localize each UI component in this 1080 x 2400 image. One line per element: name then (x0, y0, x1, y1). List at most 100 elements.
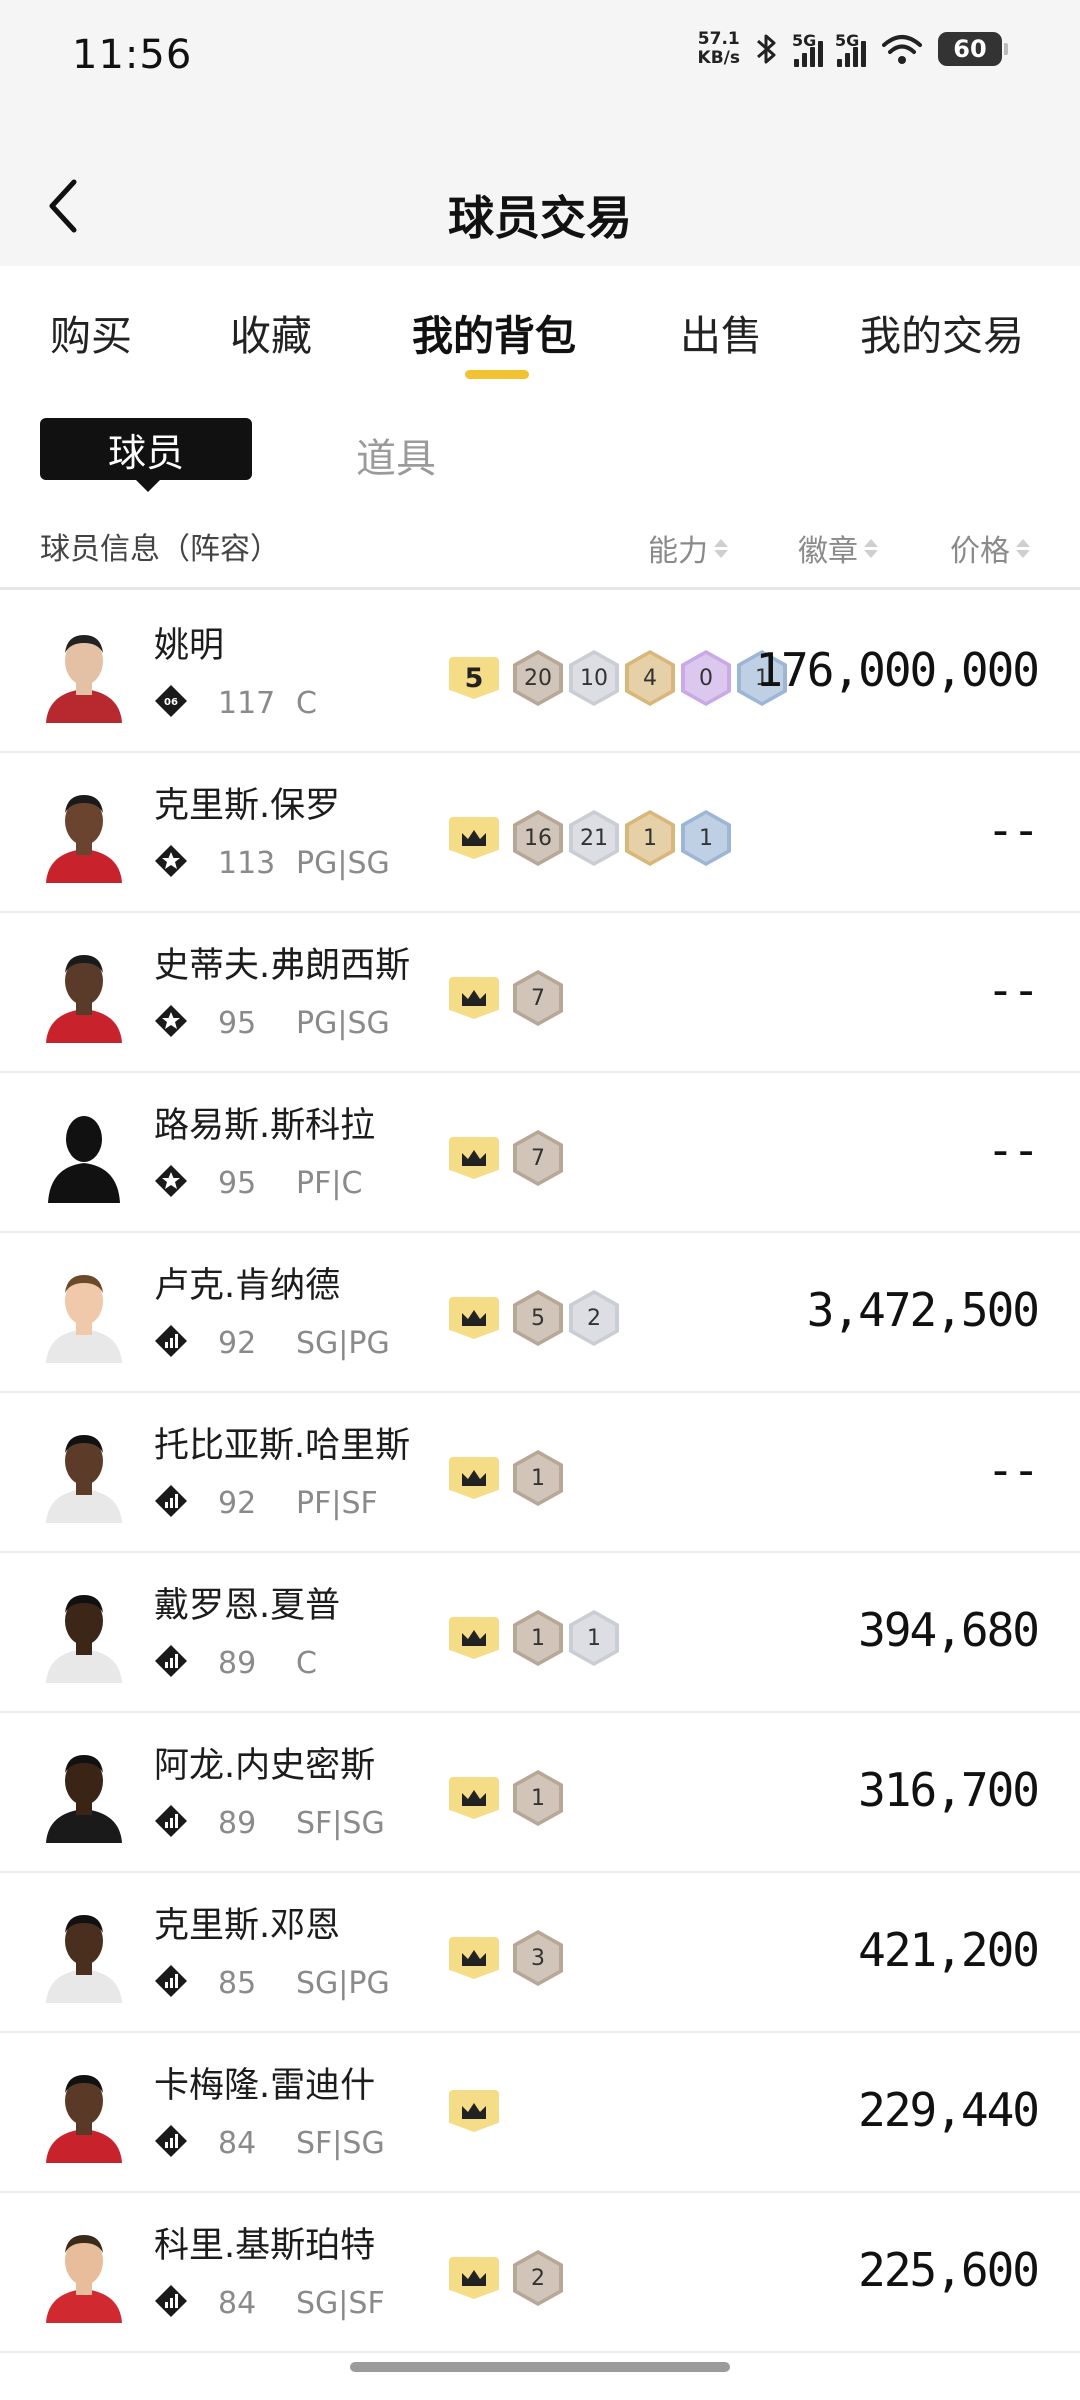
sort-badge[interactable]: 徽章 (798, 526, 878, 570)
ability-badges: 2 (449, 2250, 563, 2306)
bars-diamond-icon (154, 1484, 218, 1522)
badge-list: 52 (513, 1290, 619, 1346)
sort-icon (1016, 538, 1030, 558)
player-meta: 06 117 C (154, 683, 317, 723)
player-position: C (296, 1645, 317, 1681)
svg-text:06: 06 (164, 697, 178, 708)
player-name: 卢克.肯纳德 (154, 1266, 341, 1306)
badge-bronze-icon: 1 (513, 1450, 563, 1506)
crown-icon (462, 830, 486, 846)
badge-silver-icon: 1 (569, 1610, 619, 1666)
player-row[interactable]: 姚明 06 117 C 5 20 10 4 0 1 176,000,000 (0, 593, 1080, 753)
ability-level (449, 1777, 499, 1819)
active-tab-indicator (465, 370, 529, 379)
player-avatar (40, 783, 128, 883)
player-name: 路易斯.斯科拉 (154, 1106, 376, 1146)
ability-badges: 7 (449, 970, 563, 1026)
bars-diamond-icon (154, 1964, 218, 2002)
player-row[interactable]: 阿龙.内史密斯 89 SF|SG 1 316,700 (0, 1713, 1080, 1873)
crown-icon (462, 1310, 486, 1326)
player-price: 225,600 (858, 2243, 1040, 2297)
player-name: 阿龙.内史密斯 (154, 1746, 376, 1786)
player-row[interactable]: 戴罗恩.夏普 89 C 1 1 394,680 (0, 1553, 1080, 1713)
badge-bronze-icon: 20 (513, 650, 563, 706)
bars-diamond-icon (154, 2284, 218, 2322)
player-row[interactable]: 克里斯.保罗 113 PG|SG 16 21 1 1 -- (0, 753, 1080, 913)
subtab-items[interactable]: 道具 (356, 426, 436, 484)
player-meta: 84 SG|SF (154, 2283, 385, 2323)
sub-tabs: 球员 道具 (40, 418, 640, 492)
badge-list: 3 (513, 1930, 563, 1986)
badge-blue-icon: 1 (681, 810, 731, 866)
tab-my-bag[interactable]: 我的背包 (412, 302, 576, 362)
ability-badges: 7 (449, 1130, 563, 1186)
badge-bronze-icon: 1 (513, 1770, 563, 1826)
player-meta: 92 PF|SF (154, 1483, 378, 1523)
player-row[interactable]: 史蒂夫.弗朗西斯 95 PG|SG 7 -- (0, 913, 1080, 1073)
player-avatar (40, 1903, 128, 2003)
player-meta: 113 PG|SG (154, 843, 390, 883)
star-diamond-icon (154, 1164, 218, 1202)
player-row[interactable]: 卡梅隆.雷迪什 84 SF|SG 229,440 (0, 2033, 1080, 2193)
player-position: PF|SF (296, 1485, 378, 1521)
ability-badges: 16 21 1 1 (449, 810, 731, 866)
ability-level (449, 1297, 499, 1339)
player-row[interactable]: 路易斯.斯科拉 95 PF|C 7 -- (0, 1073, 1080, 1233)
ability-level (449, 817, 499, 859)
ability-level (449, 1137, 499, 1179)
player-row[interactable]: 科里.基斯珀特 84 SG|SF 2 225,600 (0, 2193, 1080, 2353)
tab-sell[interactable]: 出售 (680, 302, 762, 362)
home-indicator[interactable] (350, 2362, 730, 2372)
sort-price[interactable]: 价格 (950, 526, 1030, 570)
player-row[interactable]: 克里斯.邓恩 85 SG|PG 3 421,200 (0, 1873, 1080, 2033)
player-position: SG|PG (296, 1965, 390, 2001)
net-speed: 57.1 KB/s (697, 29, 740, 68)
player-price: 316,700 (858, 1763, 1040, 1817)
battery-icon: 60 (938, 32, 1008, 66)
badge-list: 11 (513, 1610, 619, 1666)
player-price: 229,440 (858, 2083, 1040, 2137)
tab-favorites[interactable]: 收藏 (230, 302, 312, 362)
badge-bronze-icon: 3 (513, 1930, 563, 1986)
player-overall: 92 (218, 1325, 257, 1361)
bars-diamond-icon (154, 2124, 218, 2162)
ability-level (449, 1457, 499, 1499)
tab-my-trades[interactable]: 我的交易 (860, 302, 1024, 362)
badge-gold-icon: 4 (625, 650, 675, 706)
player-overall: 84 (218, 2285, 257, 2321)
ability-badges (449, 2090, 513, 2132)
player-name: 克里斯.邓恩 (154, 1906, 341, 1946)
player-position: SG|SF (296, 2285, 385, 2321)
ability-badges: 5 20 10 4 0 1 (449, 650, 787, 706)
ability-level: 5 (449, 657, 499, 699)
sort-ability[interactable]: 能力 (648, 526, 728, 570)
player-name: 克里斯.保罗 (154, 786, 341, 826)
bars-diamond-icon (154, 1324, 218, 1362)
player-avatar (40, 1583, 128, 1683)
player-row[interactable]: 卢克.肯纳德 92 SG|PG 5 2 3,472,500 (0, 1233, 1080, 1393)
subtab-players[interactable]: 球员 (40, 418, 252, 492)
status-icons: 57.1 KB/s 5G 5G 60 (697, 29, 1008, 68)
player-name: 戴罗恩.夏普 (154, 1586, 341, 1626)
column-header: 球员信息（阵容） 能力 徽章 价格 (0, 516, 1080, 590)
player-avatar (40, 1263, 128, 1363)
player-overall: 89 (218, 1805, 257, 1841)
player-overall: 95 (218, 1165, 257, 1201)
top-bar: 11:56 57.1 KB/s 5G 5G 60 球员交易 (0, 0, 1080, 266)
sort-icon (864, 538, 878, 558)
ability-badges: 3 (449, 1930, 563, 1986)
tab-buy[interactable]: 购买 (50, 302, 132, 362)
player-name: 姚明 (154, 626, 225, 666)
player-position: PG|SG (296, 1005, 390, 1041)
diamond-06-icon: 06 (154, 684, 218, 722)
crown-icon (462, 990, 486, 1006)
player-row[interactable]: 托比亚斯.哈里斯 92 PF|SF 1 -- (0, 1393, 1080, 1553)
sort-icon (714, 538, 728, 558)
player-avatar (40, 1103, 128, 1203)
ability-badges: 11 (449, 1610, 619, 1666)
player-name: 托比亚斯.哈里斯 (154, 1426, 411, 1466)
player-name: 史蒂夫.弗朗西斯 (154, 946, 411, 986)
player-name: 科里.基斯珀特 (154, 2226, 376, 2266)
player-position: C (296, 685, 317, 721)
player-avatar (40, 943, 128, 1043)
